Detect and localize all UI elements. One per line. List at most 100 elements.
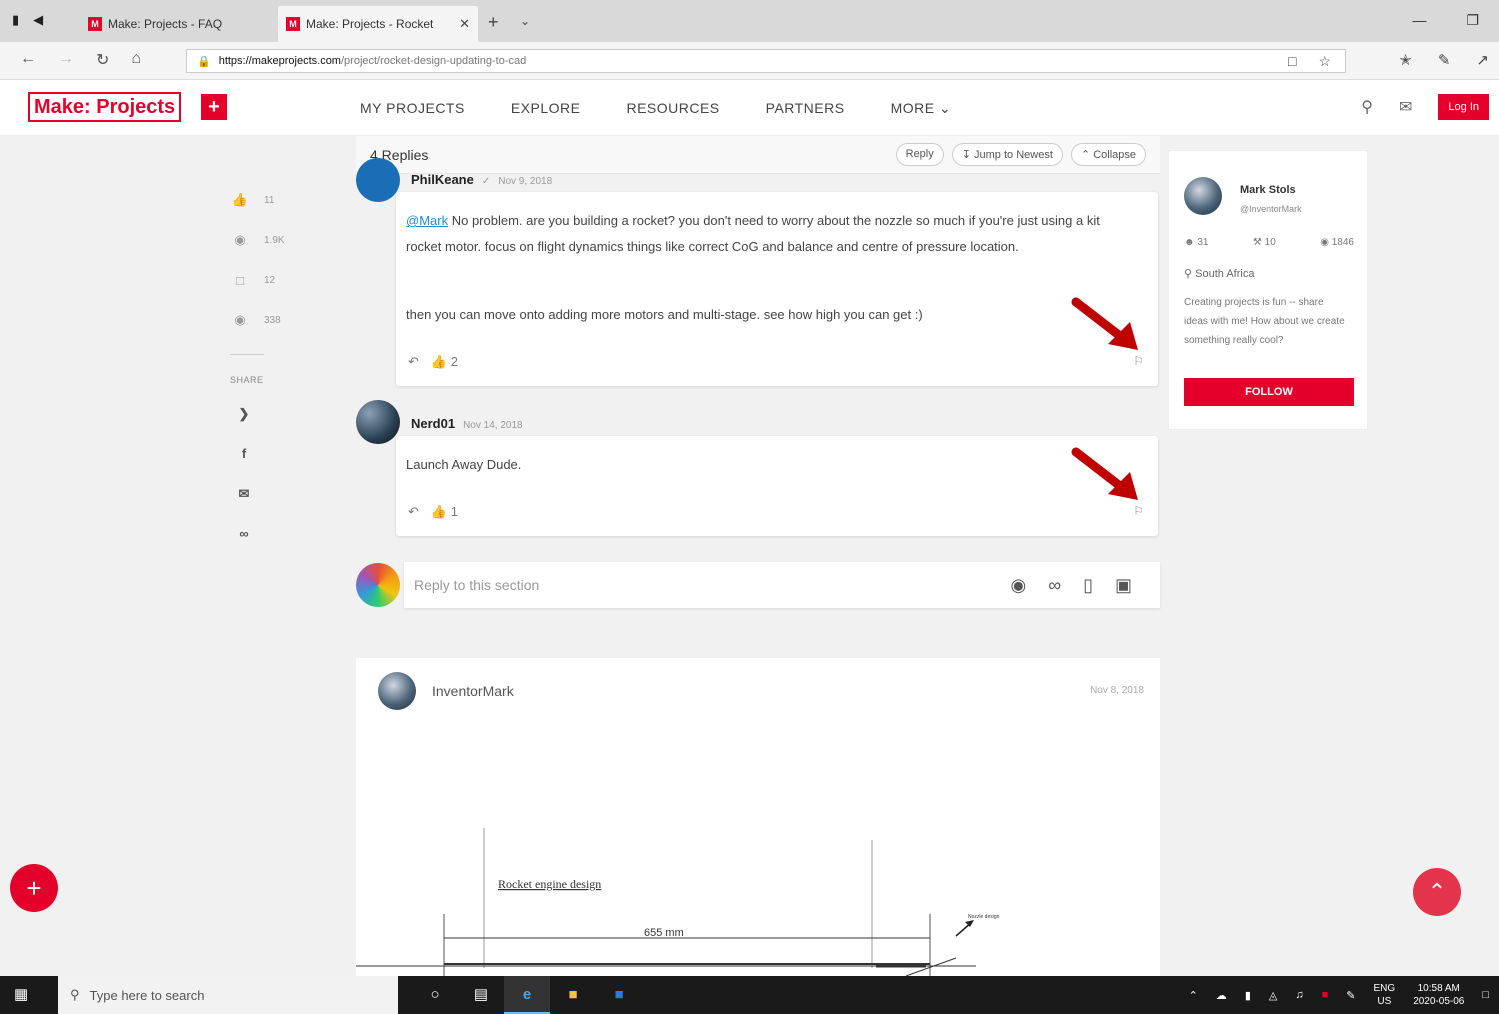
- post-author[interactable]: InventorMark: [432, 683, 514, 699]
- notifications-icon[interactable]: □: [1482, 989, 1489, 1001]
- battery-icon[interactable]: ▮: [1245, 989, 1251, 1002]
- stat-comments[interactable]: □ 12: [230, 260, 300, 300]
- collapse-button[interactable]: ⌃ Collapse: [1070, 143, 1146, 166]
- email-icon[interactable]: ✉: [234, 481, 254, 521]
- reply-button[interactable]: Reply: [895, 143, 944, 166]
- restore-icon[interactable]: ❐: [1466, 12, 1479, 29]
- follow-button[interactable]: FOLLOW: [1184, 378, 1354, 406]
- floating-create-button[interactable]: +: [10, 864, 58, 912]
- project-post: InventorMark Nov 8, 2018 Rocket engine d…: [356, 658, 1160, 976]
- url-input[interactable]: 🔒 https://makeprojects.com/project/rocke…: [186, 49, 1346, 73]
- app-tray-icon[interactable]: ■: [1322, 989, 1329, 1001]
- refresh-icon[interactable]: ↻: [96, 50, 109, 70]
- favorites-icon[interactable]: ✭: [1399, 51, 1412, 69]
- network-icon[interactable]: ◬: [1269, 989, 1277, 1002]
- twitter-icon[interactable]: ❯: [234, 401, 254, 441]
- search-icon: ⚲: [70, 987, 80, 1002]
- window-menu-icon[interactable]: ▮: [12, 12, 19, 28]
- cortana-icon[interactable]: ○: [412, 976, 458, 1014]
- link-icon[interactable]: ∞: [1048, 575, 1061, 596]
- mention-link[interactable]: @Mark: [406, 213, 448, 228]
- nav-explore[interactable]: EXPLORE: [511, 100, 581, 117]
- comment-author[interactable]: Nerd01: [411, 416, 455, 431]
- people-icon: ☻: [1184, 237, 1195, 248]
- avatar[interactable]: [356, 400, 400, 444]
- pen-icon[interactable]: ✎: [1438, 51, 1451, 69]
- reply-input[interactable]: Reply to this section ◉ ∞ ▯ ▣: [404, 562, 1160, 608]
- tab-rocket[interactable]: M Make: Projects - Rocket ✕: [278, 6, 478, 42]
- tab-faq[interactable]: M Make: Projects - FAQ: [80, 6, 270, 42]
- volume-icon[interactable]: ♫: [1295, 989, 1303, 1001]
- nav-resources[interactable]: RESOURCES: [626, 100, 719, 117]
- minimize-icon[interactable]: —: [1412, 12, 1426, 29]
- comment-author[interactable]: PhilKeane: [411, 172, 474, 187]
- chevron-down-icon: ⌄: [938, 100, 952, 116]
- flag-icon[interactable]: ⚐: [1133, 354, 1144, 368]
- forward-icon[interactable]: →: [58, 50, 74, 70]
- projects-stat: ⚒ 10: [1252, 237, 1276, 248]
- comment-text: Launch Away Dude.: [406, 457, 522, 472]
- favicon-icon: M: [88, 17, 102, 31]
- like-button[interactable]: 👍 2: [431, 354, 458, 370]
- login-button[interactable]: Log In: [1438, 94, 1489, 120]
- site-logo[interactable]: Make: Projects: [28, 92, 182, 122]
- clock[interactable]: 10:58 AM 2020-05-06: [1413, 982, 1464, 1008]
- comment-author-row: PhilKeane ✓ Nov 9, 2018: [411, 172, 552, 187]
- reply-icon[interactable]: ↶: [408, 504, 419, 520]
- share-icon[interactable]: ↗: [1476, 51, 1489, 69]
- reply-icon[interactable]: ↶: [408, 354, 419, 370]
- back-icon[interactable]: ←: [20, 50, 36, 70]
- nav-more[interactable]: MORE ⌄: [891, 100, 952, 117]
- avatar[interactable]: [378, 672, 416, 710]
- drawing-note: Nozzle design: [968, 914, 1000, 920]
- onedrive-icon[interactable]: ☁: [1216, 989, 1227, 1002]
- replies-header: 4 Replies Reply ↧ Jump to Newest ⌃ Colla…: [356, 136, 1160, 174]
- url-text: https://makeprojects.com/project/rocket-…: [218, 55, 527, 67]
- rocket-engine-drawing: Rocket engine design 655 mm Nozzle desig…: [356, 828, 1000, 976]
- scroll-to-top-button[interactable]: ⌃: [1413, 868, 1461, 916]
- search-icon[interactable]: ⚲: [1361, 97, 1373, 117]
- windows-start-icon[interactable]: ▦: [14, 987, 32, 1003]
- mail-icon[interactable]: ✉: [1399, 97, 1412, 117]
- chevron-up-icon[interactable]: ⌃: [1189, 989, 1198, 1002]
- reading-view-icon[interactable]: □: [1288, 53, 1296, 70]
- stat-likes[interactable]: 👍 11: [230, 180, 300, 220]
- flag-icon[interactable]: ⚐: [1133, 504, 1144, 518]
- avatar[interactable]: [356, 158, 400, 202]
- outlook-icon[interactable]: ■: [596, 976, 642, 1014]
- stat-views: ◉ 1.9K: [230, 220, 300, 260]
- embed-icon[interactable]: ▣: [1115, 575, 1132, 596]
- link-icon[interactable]: ∞: [234, 521, 254, 561]
- favicon-icon: M: [286, 17, 300, 31]
- location-pin-icon: ⚲: [1184, 268, 1193, 280]
- avatar[interactable]: [1184, 177, 1222, 215]
- nav-my-projects[interactable]: MY PROJECTS: [360, 100, 465, 117]
- home-icon[interactable]: ⌂: [131, 50, 141, 70]
- nav-partners[interactable]: PARTNERS: [766, 100, 845, 117]
- tab-title: Make: Projects - FAQ: [108, 17, 223, 31]
- taskbar-search[interactable]: ⚲ Type here to search: [58, 976, 398, 1014]
- profile-name[interactable]: Mark Stols: [1240, 184, 1296, 196]
- pen-icon[interactable]: ✎: [1346, 989, 1355, 1002]
- author-profile-card: Mark Stols @InventorMark ☻ 31 ⚒ 10 ◉ 184…: [1168, 150, 1368, 430]
- tab-back-icon[interactable]: ◀: [33, 12, 43, 28]
- new-tab-icon[interactable]: +: [488, 12, 499, 33]
- drawing-dimension: 655 mm: [644, 927, 684, 939]
- jump-to-newest-button[interactable]: ↧ Jump to Newest: [951, 143, 1063, 166]
- taskbar-search-placeholder: Type here to search: [89, 987, 205, 1003]
- create-project-button[interactable]: +: [201, 94, 227, 120]
- like-button[interactable]: 👍 1: [431, 504, 458, 520]
- file-icon[interactable]: ▯: [1083, 575, 1093, 596]
- favorite-star-icon[interactable]: ☆: [1318, 53, 1331, 70]
- task-view-icon[interactable]: ▤: [458, 976, 504, 1014]
- file-explorer-icon[interactable]: ■: [550, 976, 596, 1014]
- comment-icon: □: [236, 272, 244, 288]
- close-icon[interactable]: ✕: [459, 16, 470, 32]
- chevron-down-icon[interactable]: ⌄: [520, 14, 530, 28]
- globe-icon: ◉: [234, 232, 246, 247]
- camera-icon[interactable]: ◉: [1011, 575, 1027, 596]
- comment-author-row: Nerd01 Nov 14, 2018: [411, 416, 523, 431]
- language-indicator[interactable]: ENG US: [1374, 982, 1396, 1008]
- edge-icon[interactable]: e: [504, 976, 550, 1014]
- facebook-icon[interactable]: f: [234, 441, 254, 481]
